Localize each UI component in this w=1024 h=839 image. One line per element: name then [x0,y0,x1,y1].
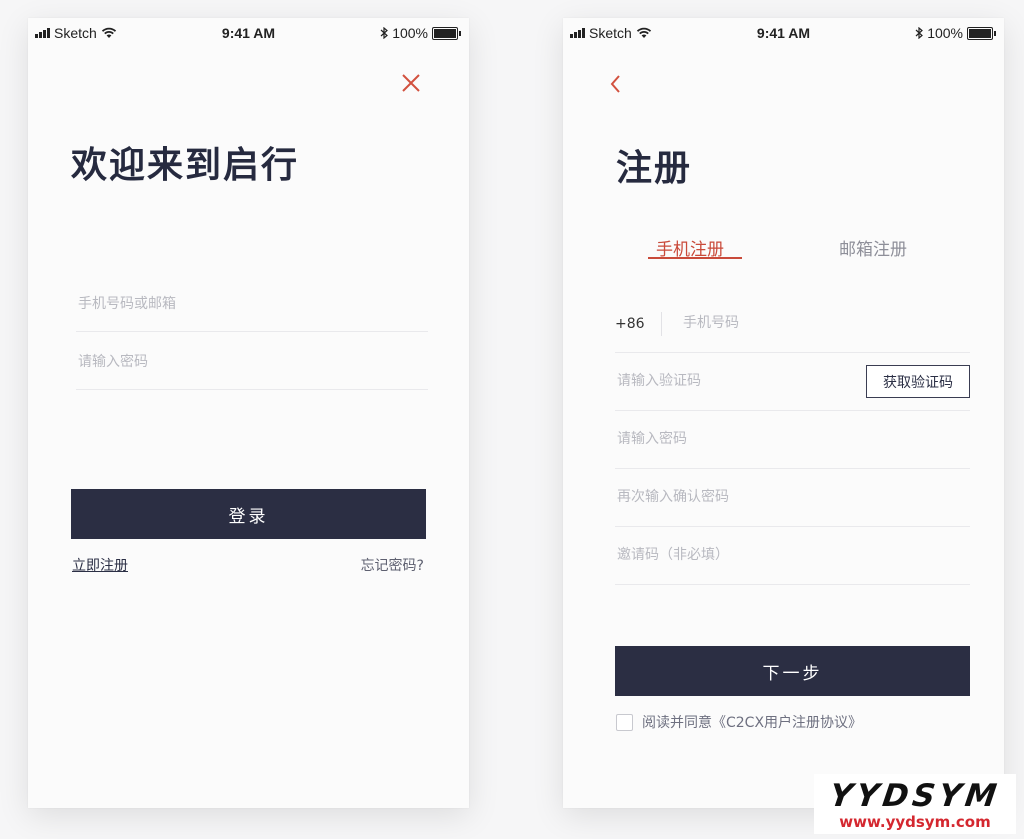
register-screen: Sketch 9:41 AM 100% 注册 手机注册 邮箱注册 +86 获 [563,18,1004,808]
login-button[interactable]: 登录 [71,489,426,539]
agreement-link[interactable]: 阅读并同意《C2CX用户注册协议》 [642,712,862,732]
divider [661,312,662,336]
tab-email-register[interactable]: 邮箱注册 [839,235,907,260]
status-right: 100% [380,25,461,41]
password-input[interactable] [76,353,397,371]
watermark-logo: YYDSYM www.yydsym.com [814,774,1016,834]
password-input[interactable] [615,430,839,448]
login-screen: Sketch 9:41 AM 100% 欢迎来到启行 登录 立即注册 忘记密码? [28,18,469,808]
invite-code-input[interactable] [615,546,839,564]
agreement-checkbox[interactable] [616,713,633,731]
confirm-password-field [615,468,970,527]
verification-code-field: 获取验证码 [615,352,970,411]
status-bar: Sketch 9:41 AM 100% [563,18,1004,48]
agreement-row: 阅读并同意《C2CX用户注册协议》 [616,712,862,732]
phone-input[interactable] [681,314,905,332]
password-field [76,331,428,390]
active-tab-indicator [648,257,742,259]
bluetooth-icon [380,27,389,39]
account-field [76,273,428,332]
password-field [615,410,970,469]
confirm-password-input[interactable] [615,488,839,506]
country-code[interactable]: +86 [615,316,645,332]
phone-field: +86 [615,294,970,353]
page-title: 注册 [616,148,693,189]
battery-icon [432,26,458,40]
watermark-name: YYDSYM [827,778,1003,814]
battery-icon [967,26,993,40]
account-input[interactable] [76,295,397,313]
status-bar: Sketch 9:41 AM 100% [28,18,469,48]
bluetooth-icon [915,27,924,39]
status-right: 100% [915,25,996,41]
verification-code-input[interactable] [615,372,839,390]
forgot-password-link[interactable]: 忘记密码? [361,555,424,575]
battery-percent: 100% [927,25,963,41]
next-step-button[interactable]: 下一步 [615,646,970,696]
invite-code-field [615,526,970,585]
get-code-button[interactable]: 获取验证码 [866,365,970,398]
close-icon[interactable] [400,72,422,94]
watermark-url: www.yydsym.com [839,813,991,831]
battery-percent: 100% [392,25,428,41]
chevron-left-icon[interactable] [608,73,624,95]
page-title: 欢迎来到启行 [71,145,300,186]
register-link[interactable]: 立即注册 [72,555,128,575]
